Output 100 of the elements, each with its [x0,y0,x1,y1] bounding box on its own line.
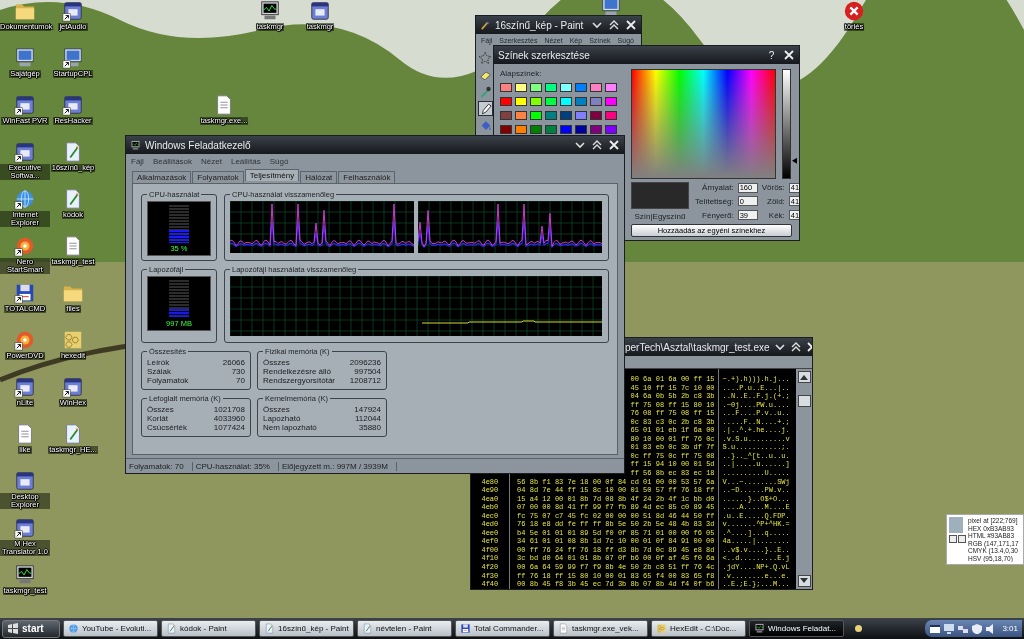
tab[interactable]: Felhasználók [338,171,396,183]
status-text: Folyamatok: 70 [126,461,193,471]
application-icon[interactable] [14,376,36,398]
taskbar-button[interactable]: Total Commander... [455,620,550,637]
window-title: Windows Feladatkezelő [145,139,252,151]
color-swatch[interactable] [590,125,602,134]
floppy-icon[interactable] [460,623,471,634]
tab[interactable]: Teljesítmény [244,169,300,181]
color-swatch[interactable] [575,111,587,120]
menu-item[interactable]: Fájl [131,156,144,166]
window-icon[interactable] [929,622,942,635]
monitor-icon[interactable] [14,564,36,586]
color-swatch[interactable] [515,125,527,134]
color-swatch[interactable] [500,97,512,106]
monitor-icon[interactable] [259,0,281,22]
color-swatch[interactable] [545,83,557,92]
color-swatch[interactable] [590,111,602,120]
computer-icon[interactable] [62,47,84,69]
color-swatch[interactable] [575,83,587,92]
menu-item[interactable]: Leállítás [230,156,261,166]
taskbar-button[interactable]: névtelen - Paint [357,620,452,637]
color-swatch[interactable] [530,111,542,120]
color-swatch[interactable] [515,97,527,106]
color-swatch[interactable] [545,111,557,120]
application-icon[interactable] [14,517,36,539]
globe-icon[interactable] [14,188,36,210]
taskbar-button[interactable]: taskmgr.exe_vek... [553,620,648,637]
stat-label: Leírók [147,358,170,367]
monitor-icon[interactable] [754,623,765,634]
color-swatch[interactable] [545,97,557,106]
error-icon[interactable] [843,0,865,22]
color-swatch[interactable] [605,125,617,134]
color-swatch[interactable] [605,111,617,120]
maximize-button[interactable] [607,18,620,32]
stat-value: 730 [231,367,245,376]
color-swatch[interactable] [530,83,542,92]
color-swatch[interactable] [530,97,542,106]
color-swatch[interactable] [545,125,557,134]
color-preview [631,182,689,209]
application-icon[interactable] [62,94,84,116]
color-swatch[interactable] [500,125,512,134]
color-swatch[interactable] [560,125,572,134]
color-swatch[interactable] [575,97,587,106]
color-swatch[interactable] [605,83,617,92]
menu-item[interactable]: Nézet [201,156,222,166]
color-swatch[interactable] [515,83,527,92]
application-icon[interactable] [14,141,36,163]
stat-label: Rendszergyorsítótár [263,376,336,385]
taskbar-button[interactable]: YouTube - Evoluti... [63,620,158,637]
paint-brush-icon [480,19,491,31]
application-icon[interactable] [14,94,36,116]
field-label: Zöld: [766,197,785,206]
help-button[interactable]: ? [765,48,778,62]
color-swatch[interactable] [500,83,512,92]
preview-label: Szín|Egyszínű [634,212,686,221]
disc-icon[interactable] [14,235,36,257]
application-icon[interactable] [62,376,84,398]
color-swatch[interactable] [500,111,512,120]
disc-icon[interactable] [14,329,36,351]
menu-item[interactable]: Súgó [269,156,289,166]
color-swatch[interactable] [590,97,602,106]
application-icon[interactable] [14,470,36,492]
maximize-button[interactable] [590,138,603,152]
color-spectrum[interactable] [631,69,776,179]
taskbar-button[interactable]: 16színű_kép - Paint [259,620,354,637]
color-swatch[interactable] [515,111,527,120]
color-swatch[interactable] [605,97,617,106]
menu-item[interactable]: Beállítások [152,156,193,166]
scrollbar[interactable] [796,369,812,589]
color-swatch[interactable] [560,97,572,106]
floppy-icon[interactable] [14,282,36,304]
scroll-thumb[interactable] [797,395,811,407]
start-button[interactable]: start [2,619,60,638]
tab[interactable]: Alkalmazások [132,171,192,183]
monitor-icon [130,139,141,151]
color-swatch [949,517,963,533]
stat-value: 4033960 [213,414,245,423]
status-text: Előjegyzett m.: 997M / 3939M [278,461,397,471]
pencil-tool[interactable] [477,101,493,116]
computer-icon[interactable] [600,0,622,18]
color-swatch[interactable] [560,111,572,120]
color-swatch[interactable] [590,83,602,92]
stat-value: 2096236 [349,358,381,367]
application-icon[interactable] [309,0,331,22]
application-icon[interactable] [62,0,84,22]
taskbar-button[interactable]: kódok - Paint [161,620,256,637]
taskbar-button[interactable]: HexEdit - C:\Doc... [651,620,746,637]
status-text: CPU-használat: 35% [192,461,279,471]
color-swatch[interactable] [560,83,572,92]
field-label: Árnyalat: [701,183,734,193]
tab[interactable]: Folyamatok [192,171,244,183]
color-swatch[interactable] [530,125,542,134]
maximize-button[interactable] [789,340,802,354]
globe-icon[interactable] [68,623,79,634]
tab[interactable]: Hálózat [300,171,338,183]
notification-icon[interactable] [855,625,862,632]
windows-logo-icon[interactable] [7,622,19,635]
color-swatch[interactable] [575,125,587,134]
taskbar-button[interactable]: Windows Feladat... [749,620,844,637]
shield-icon[interactable] [971,622,984,635]
